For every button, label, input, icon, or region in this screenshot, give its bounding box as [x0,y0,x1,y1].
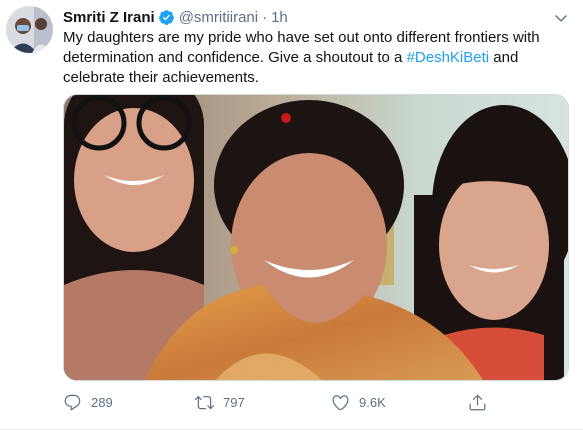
separator: · [262,8,268,26]
reply-icon [64,394,81,410]
tweet-header: Smriti Z Irani @smritiirani · 1h [63,7,543,27]
share-button[interactable] [468,393,487,412]
like-button[interactable]: 9.6K [331,393,386,412]
verified-badge-icon [158,9,175,26]
tweet-text-line-3: celebrate their achievements. [63,69,259,86]
reply-count: 289 [91,394,113,410]
tweet-text-line-2-end: and [489,49,519,66]
tweet-text-line-2-start: determination and confidence. Give a sho… [63,49,407,66]
like-count: 9.6K [359,394,386,410]
tweet-actions: 289 797 9.6K [63,390,503,414]
share-icon [469,394,486,410]
retweet-count: 797 [223,394,245,410]
tweet-text: My daughters are my pride who have set o… [63,28,563,88]
retweet-icon [195,395,214,409]
author-handle[interactable]: @smritiirani [179,9,258,26]
avatar[interactable] [6,6,53,53]
more-options-button[interactable] [551,8,571,28]
author-name[interactable]: Smriti Z Irani [63,9,155,26]
timestamp[interactable]: 1h [271,9,288,26]
hashtag-link[interactable]: #DeshKiBeti [407,49,490,66]
photo-image [64,95,568,380]
retweet-button[interactable]: 797 [195,393,245,412]
tweet-text-line-1: My daughters are my pride who have set o… [63,29,540,46]
tweet-text-line-2: determination and confidence. Give a sho… [63,48,563,68]
chevron-down-icon [555,15,567,22]
heart-icon [332,394,349,410]
avatar-image [6,6,53,53]
tweet-card[interactable]: Smriti Z Irani @smritiirani · 1h My daug… [0,0,583,430]
tweet-photo[interactable] [63,94,569,381]
reply-button[interactable]: 289 [63,393,113,412]
